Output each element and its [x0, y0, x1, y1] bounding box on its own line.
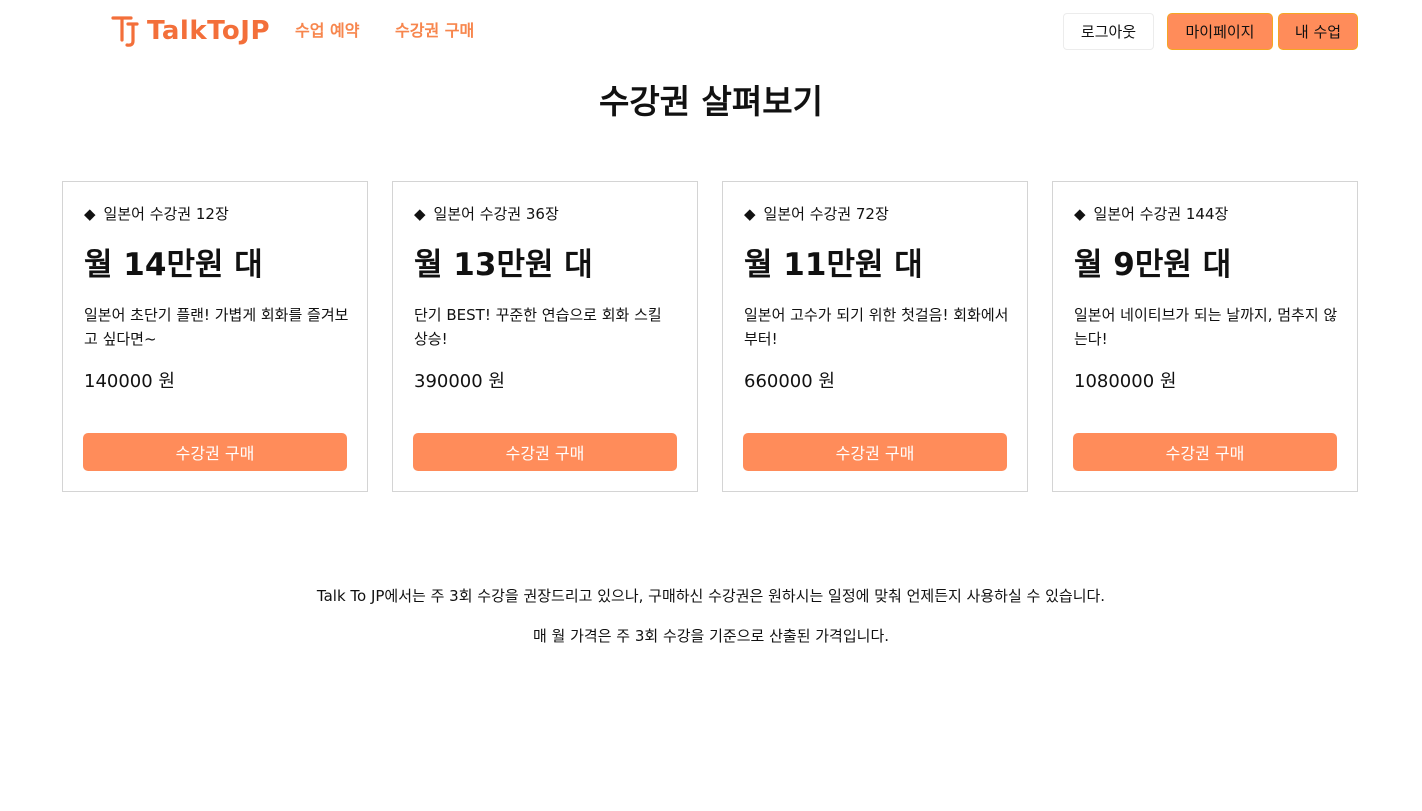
card-monthly-price-heading: 월 9만원 대	[1074, 247, 1232, 283]
mypage-button[interactable]: 마이페이지	[1167, 13, 1273, 50]
top-navigation-bar: TalkToJP 수업 예약 수강권 구매 로그아웃 마이페이지 내 수업	[0, 0, 1422, 64]
card-subtitle-text: 일본어 수강권 36장	[433, 205, 559, 223]
card-description: 단기 BEST! 꾸준한 연습으로 회화 스킬 상승!	[414, 306, 662, 348]
card-subtitle: ◆ 일본어 수강권 144장	[1074, 204, 1228, 224]
notice-recommendation: Talk To JP에서는 주 3회 수강을 권장드리고 있으나, 구매하신 수…	[316, 587, 1106, 605]
card-description: 일본어 초단기 플랜! 가볍게 회화를 즐겨보고 싶다면~	[84, 306, 349, 348]
buy-ticket-button[interactable]: 수강권 구매	[1073, 433, 1337, 471]
ticket-card-12: ◆ 일본어 수강권 12장 월 14만원 대 일본어 초단기 플랜! 가볍게 회…	[62, 181, 368, 492]
card-subtitle: ◆ 일본어 수강권 12장	[84, 204, 229, 224]
diamond-bullet-icon: ◆	[84, 205, 96, 223]
card-price: 140000 원	[84, 371, 175, 392]
buy-ticket-button[interactable]: 수강권 구매	[743, 433, 1007, 471]
card-description: 일본어 고수가 되기 위한 첫걸음! 회화에서 부터!	[744, 306, 1009, 348]
card-subtitle: ◆ 일본어 수강권 36장	[414, 204, 559, 224]
notice-pricing-basis: 매 월 가격은 주 3회 수강을 기준으로 산출된 가격입니다.	[532, 627, 890, 645]
card-price: 390000 원	[414, 371, 505, 392]
diamond-bullet-icon: ◆	[1074, 205, 1086, 223]
logo-text: TalkToJP	[147, 16, 271, 46]
logout-button[interactable]: 로그아웃	[1063, 13, 1154, 50]
card-subtitle: ◆ 일본어 수강권 72장	[744, 204, 889, 224]
card-price: 660000 원	[744, 371, 835, 392]
diamond-bullet-icon: ◆	[414, 205, 426, 223]
nav-link-buy-ticket[interactable]: 수강권 구매	[395, 20, 474, 42]
card-subtitle-text: 일본어 수강권 144장	[1093, 205, 1229, 223]
buy-ticket-button[interactable]: 수강권 구매	[83, 433, 347, 471]
my-class-button[interactable]: 내 수업	[1278, 13, 1358, 50]
card-monthly-price-heading: 월 13만원 대	[414, 247, 593, 283]
card-subtitle-text: 일본어 수강권 12장	[103, 205, 229, 223]
buy-ticket-button[interactable]: 수강권 구매	[413, 433, 677, 471]
ticket-card-72: ◆ 일본어 수강권 72장 월 11만원 대 일본어 고수가 되기 위한 첫걸음…	[722, 181, 1028, 492]
card-description: 일본어 네이티브가 되는 날까지, 멈추지 않는다!	[1074, 306, 1338, 348]
logo-icon	[111, 16, 139, 47]
page-title: 수강권 살펴보기	[598, 82, 823, 121]
card-monthly-price-heading: 월 11만원 대	[744, 247, 923, 283]
ticket-card-36: ◆ 일본어 수강권 36장 월 13만원 대 단기 BEST! 꾸준한 연습으로…	[392, 181, 698, 492]
card-subtitle-text: 일본어 수강권 72장	[763, 205, 889, 223]
logo[interactable]: TalkToJP	[111, 13, 270, 49]
card-price: 1080000 원	[1074, 371, 1177, 392]
diamond-bullet-icon: ◆	[744, 205, 756, 223]
ticket-card-144: ◆ 일본어 수강권 144장 월 9만원 대 일본어 네이티브가 되는 날까지,…	[1052, 181, 1358, 492]
nav-link-class-reservation[interactable]: 수업 예약	[295, 20, 359, 42]
card-monthly-price-heading: 월 14만원 대	[84, 247, 263, 283]
